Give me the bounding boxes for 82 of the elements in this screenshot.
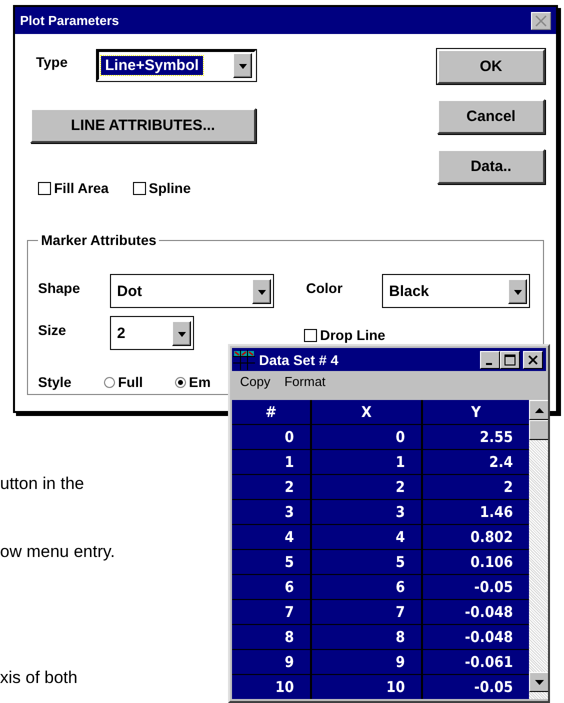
radio-label: Full — [118, 374, 143, 390]
table-cell: -0.048 — [423, 625, 529, 649]
column-header: Y — [423, 400, 529, 424]
radio-button[interactable] — [104, 376, 115, 388]
column-header: # — [232, 400, 310, 424]
table-cell: 9 — [312, 650, 421, 674]
up-arrow-icon — [534, 408, 544, 412]
table-cell: 2 — [423, 475, 529, 499]
table-cell: -0.05 — [423, 675, 529, 699]
checkbox[interactable] — [38, 182, 51, 194]
down-arrow-icon — [534, 680, 544, 684]
checkbox[interactable] — [304, 328, 317, 342]
table-cell: 1 — [232, 450, 310, 474]
table-cell: 8 — [312, 625, 421, 649]
close-button[interactable] — [531, 12, 551, 30]
checkbox[interactable] — [132, 182, 146, 194]
table-cell: 10 — [312, 675, 421, 699]
scroll-down-button[interactable] — [529, 672, 548, 692]
dialog-button[interactable]: Cancel — [437, 99, 545, 134]
table-cell: -0.061 — [423, 650, 529, 674]
shape-dropdown[interactable]: Dot — [110, 274, 274, 308]
shape-label: Shape — [38, 280, 82, 296]
group-title: Marker Attributes — [40, 232, 158, 248]
radio-label: Em — [188, 374, 211, 390]
checkbox-label: Fill Area — [54, 180, 109, 196]
table-cell: 7 — [312, 600, 421, 624]
size-label: Size — [38, 322, 68, 338]
table-cell: 2.4 — [423, 450, 529, 474]
table-cell: 9 — [232, 650, 310, 674]
checkbox-label: Drop Line — [320, 327, 386, 343]
type-label: Type — [36, 54, 69, 70]
dialog-title: Plot Parameters — [20, 13, 119, 28]
table-cell: 6 — [312, 575, 421, 599]
table-cell: 1.46 — [423, 500, 529, 524]
maximize-button[interactable] — [500, 350, 520, 368]
data-window-title: Data Set # 4 — [259, 352, 340, 368]
checkbox-label: Spline — [148, 180, 191, 196]
type-dropdown[interactable]: Line+Symbol — [97, 50, 256, 81]
table-cell: 7 — [232, 600, 310, 624]
close-button[interactable] — [523, 350, 543, 368]
table-cell: 0.106 — [423, 550, 529, 574]
menu-item[interactable]: Copy — [240, 374, 270, 394]
minimize-icon — [486, 362, 492, 364]
minimize-button[interactable] — [480, 350, 500, 368]
column-header: X — [312, 400, 421, 424]
table-cell: 6 — [232, 575, 310, 599]
size-dropdown[interactable]: 2 — [110, 316, 194, 350]
table-cell: 0 — [312, 425, 421, 449]
maximize-icon — [504, 354, 516, 366]
style-label: Style — [38, 374, 72, 390]
radio-button[interactable] — [174, 376, 186, 388]
dialog-button[interactable]: OK — [437, 49, 545, 84]
color-dropdown[interactable]: Black — [382, 274, 530, 308]
dialog-button[interactable]: Data.. — [437, 149, 545, 184]
menu-item[interactable]: Format — [284, 374, 326, 394]
table-cell: -0.05 — [423, 575, 529, 599]
close-icon — [528, 354, 538, 364]
table-cell: 0 — [232, 425, 310, 449]
table-cell: 8 — [232, 625, 310, 649]
scroll-thumb[interactable] — [529, 420, 548, 440]
table-cell: 0.802 — [423, 525, 529, 549]
color-label: Color — [306, 280, 344, 296]
table-cell: 3 — [312, 500, 421, 524]
table-cell: 2 — [312, 475, 421, 499]
table-cell: 2.55 — [423, 425, 529, 449]
scroll-up-button[interactable] — [529, 400, 548, 420]
close-icon — [535, 14, 547, 26]
table-cell: 10 — [232, 675, 310, 699]
body-text: utton in the — [0, 473, 84, 495]
table-cell: 5 — [232, 550, 310, 574]
grid-icon — [233, 350, 255, 370]
table-cell: 4 — [232, 525, 310, 549]
body-text: xis of both — [0, 667, 78, 689]
vertical-scrollbar[interactable] — [529, 400, 548, 699]
body-text: ow menu entry. — [0, 541, 115, 563]
table-cell: 5 — [312, 550, 421, 574]
table-cell: 2 — [232, 475, 310, 499]
table-cell: 1 — [312, 450, 421, 474]
line-attributes-button[interactable]: LINE ATTRIBUTES... — [30, 108, 256, 143]
table-cell: -0.048 — [423, 600, 529, 624]
table-cell: 4 — [312, 525, 421, 549]
table-cell: 3 — [232, 500, 310, 524]
